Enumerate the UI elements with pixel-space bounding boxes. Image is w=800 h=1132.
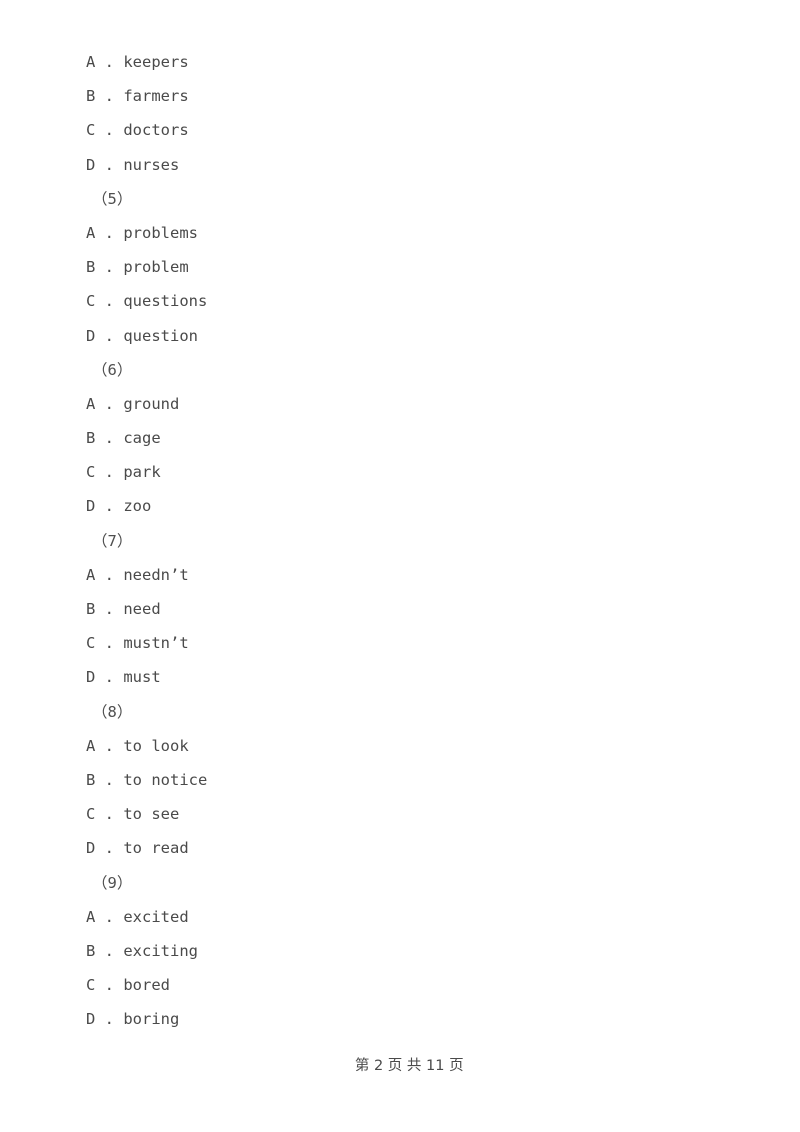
question-number-marker: （5） <box>92 189 133 208</box>
answer-option: A . excited <box>86 907 189 926</box>
answer-option: B . cage <box>86 429 161 448</box>
page-number-label: 第 2 页 共 11 页 <box>354 1058 464 1074</box>
answer-option: C . doctors <box>86 121 189 140</box>
question-number-marker: （9） <box>92 873 133 892</box>
answer-option: B . problem <box>86 258 189 277</box>
answer-option: C . questions <box>86 292 208 311</box>
answer-option: D . to read <box>86 839 189 858</box>
answer-option: D . must <box>86 668 161 687</box>
question-number-marker: （6） <box>92 360 133 379</box>
answer-option: D . boring <box>86 1010 180 1029</box>
answer-option: A . to look <box>86 736 189 755</box>
answer-option: D . zoo <box>86 497 152 516</box>
question-number-marker: （8） <box>92 702 133 721</box>
answer-option: C . to see <box>86 805 180 824</box>
answer-option: B . farmers <box>86 87 189 106</box>
answer-option: A . needn’t <box>86 565 189 584</box>
answer-option: B . exciting <box>86 941 198 960</box>
question-number-marker: （7） <box>92 531 133 550</box>
answer-option: A . keepers <box>86 53 189 71</box>
answer-option: C . mustn’t <box>86 634 189 653</box>
document-page: A . keepers B . farmers C . doctors D . nur… <box>0 0 800 1132</box>
answer-option: A . ground <box>86 394 180 413</box>
answer-option: D . nurses <box>86 155 180 174</box>
answer-option: C . bored <box>86 976 170 995</box>
page-footer: 第 2 页 共 11 页 <box>0 1033 800 1099</box>
answer-option: D . question <box>86 326 198 345</box>
answer-option: B . to notice <box>86 770 208 789</box>
answer-option: C . park <box>86 463 161 482</box>
answer-option: A . problems <box>86 223 198 242</box>
question-options-list: A . keepers B . farmers C . doctors D . nur… <box>86 45 726 1036</box>
answer-option: B . need <box>86 600 161 618</box>
